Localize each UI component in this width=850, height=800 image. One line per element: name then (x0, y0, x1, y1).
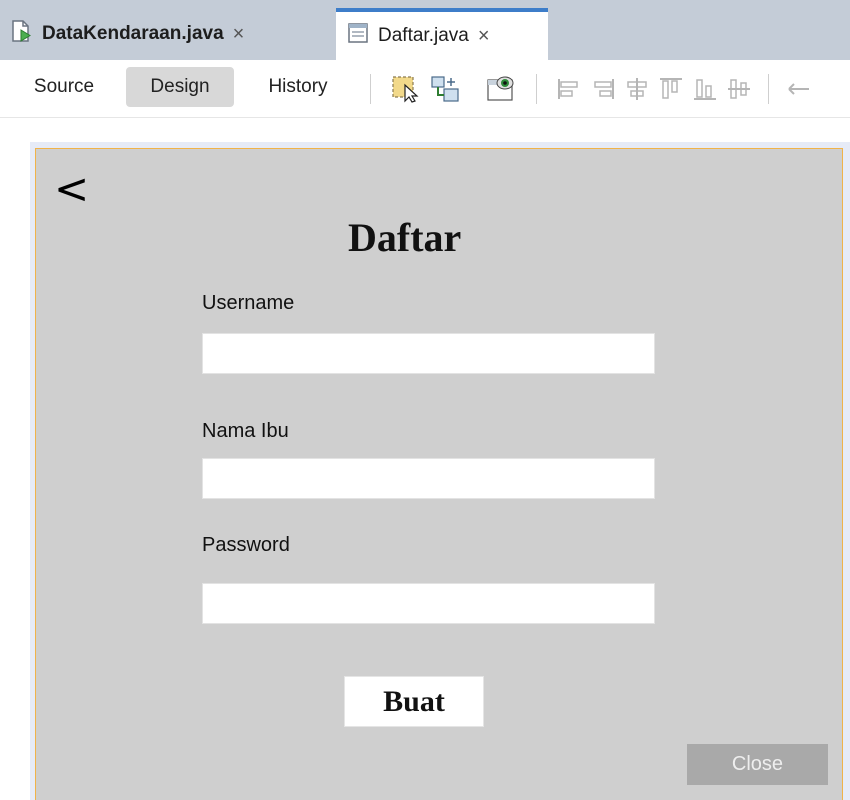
close-button[interactable]: Close (687, 744, 828, 785)
change-horizontal-resizability-icon[interactable] (784, 74, 814, 104)
password-label: Password (202, 534, 290, 556)
tab-datakendaraan[interactable]: DataKendaraan.java × (0, 8, 336, 60)
toolbar-separator (768, 74, 769, 104)
tab-label: Daftar.java (378, 25, 469, 46)
java-class-run-icon (10, 19, 34, 49)
page-title: Daftar (348, 215, 462, 260)
toolbar-separator (536, 74, 537, 104)
toolbar-separator (370, 74, 371, 104)
tab-label: DataKendaraan.java (42, 23, 224, 44)
selection-mode-icon[interactable] (390, 74, 424, 104)
design-toolbar: Source Design History (0, 60, 850, 118)
align-top-icon[interactable] (656, 74, 686, 104)
username-input[interactable] (202, 333, 655, 374)
align-left-icon[interactable] (554, 74, 584, 104)
center-horizontally-icon[interactable] (622, 74, 652, 104)
nama-ibu-input[interactable] (202, 458, 655, 499)
editor-tab-bar: DataKendaraan.java × Daftar.java × (0, 0, 850, 60)
tab-daftar[interactable]: Daftar.java × (336, 8, 548, 60)
connection-mode-icon[interactable] (428, 74, 462, 104)
password-input[interactable] (202, 583, 655, 624)
source-view-button[interactable]: Source (14, 67, 114, 107)
center-vertically-icon[interactable] (724, 74, 754, 104)
align-right-icon[interactable] (588, 74, 618, 104)
username-label: Username (202, 292, 295, 314)
history-view-button[interactable]: History (248, 67, 348, 107)
design-view-button[interactable]: Design (126, 67, 234, 107)
preview-design-icon[interactable] (484, 74, 518, 104)
buat-button[interactable]: Buat (344, 676, 484, 727)
align-bottom-icon[interactable] (690, 74, 720, 104)
back-button[interactable]: < (54, 168, 89, 210)
close-tab-icon[interactable]: × (233, 24, 245, 44)
java-form-icon (346, 21, 370, 51)
nama-ibu-label: Nama Ibu (202, 420, 289, 442)
close-tab-icon[interactable]: × (478, 26, 490, 46)
